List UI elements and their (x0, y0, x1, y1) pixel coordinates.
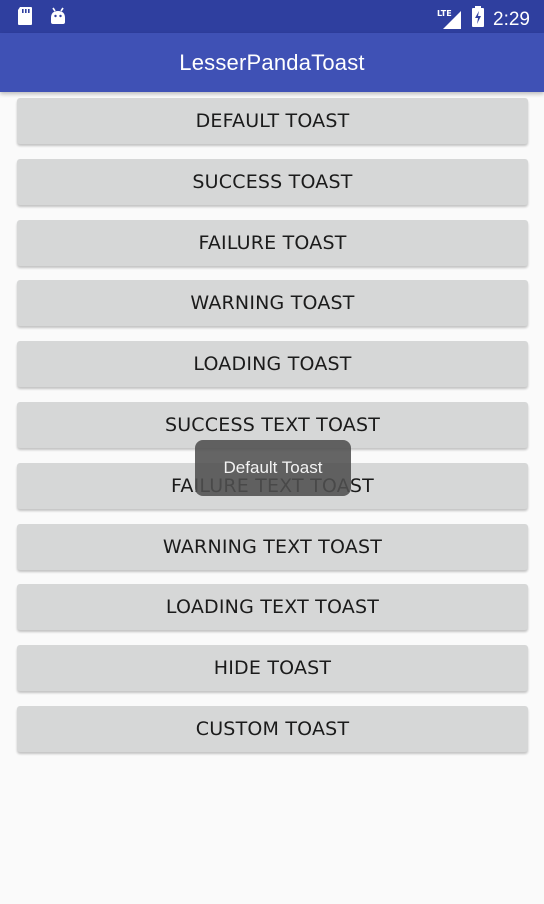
default-toast-button[interactable]: DEFAULT TOAST (17, 98, 528, 144)
battery-charging-icon (471, 6, 485, 33)
status-left-icons (16, 6, 68, 30)
status-time: 2:29 (493, 8, 530, 30)
signal-icon: LTE (437, 8, 463, 30)
loading-text-toast-button[interactable]: LOADING TEXT TOAST (17, 584, 528, 631)
success-toast-button[interactable]: SUCCESS TOAST (17, 158, 528, 205)
hide-toast-button[interactable]: HIDE TOAST (17, 645, 528, 692)
toast-text: Default Toast (223, 458, 323, 477)
android-icon (48, 6, 68, 30)
status-right-icons: LTE 2:29 (437, 6, 530, 33)
warning-text-toast-button[interactable]: WARNING TEXT TOAST (17, 523, 528, 570)
failure-toast-button[interactable]: FAILURE TOAST (17, 219, 528, 266)
loading-toast-button[interactable]: LOADING TOAST (17, 341, 528, 388)
network-type-label: LTE (437, 8, 452, 18)
sd-card-icon (16, 6, 34, 30)
app-screen: LTE 2:29 LesserPandaToast DEFAULT TOAST … (0, 0, 544, 904)
app-bar: LesserPandaToast (0, 33, 544, 92)
app-title: LesserPandaToast (179, 49, 365, 75)
custom-toast-button[interactable]: CUSTOM TOAST (17, 705, 528, 752)
button-list: DEFAULT TOAST SUCCESS TOAST FAILURE TOAS… (17, 98, 528, 767)
status-bar: LTE 2:29 (0, 0, 544, 33)
toast-message: Default Toast (195, 440, 351, 496)
warning-toast-button[interactable]: WARNING TOAST (17, 280, 528, 327)
